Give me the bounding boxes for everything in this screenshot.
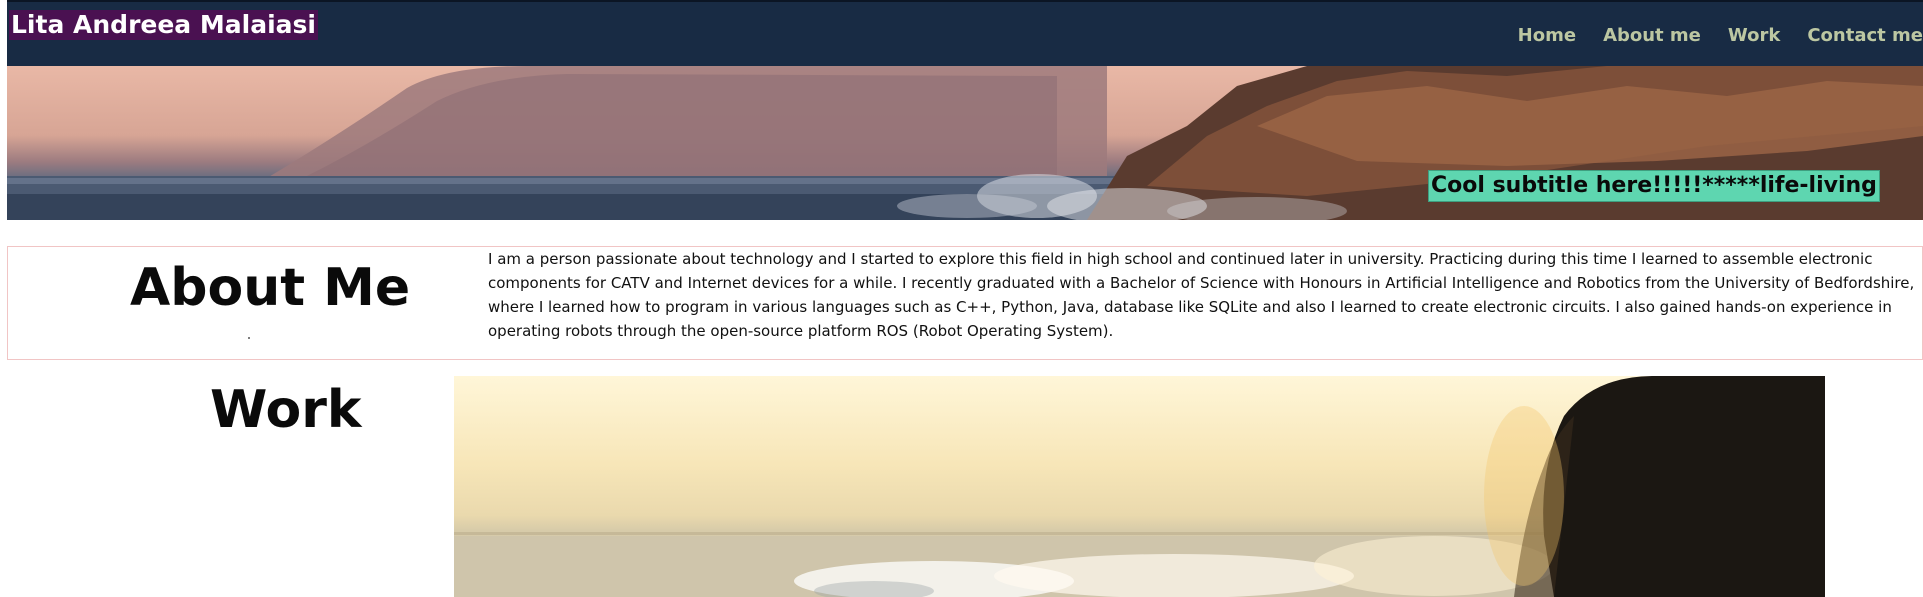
work-image — [454, 376, 1825, 597]
hero-subtitle: Cool subtitle here!!!!!*****life-living — [1428, 170, 1880, 202]
nav-about-me[interactable]: About me — [1603, 25, 1701, 47]
main-nav: Home About me Work Contact me — [1491, 25, 1923, 47]
about-text: I am a person passionate about technolog… — [488, 250, 1915, 340]
about-section: About Me I am a person passionate about … — [7, 246, 1923, 360]
nav-work[interactable]: Work — [1728, 25, 1780, 47]
about-decorative-dot — [248, 337, 250, 339]
work-heading: Work — [210, 380, 362, 440]
hero-banner: Cool subtitle here!!!!!*****life-living — [7, 66, 1923, 220]
about-heading: About Me — [130, 258, 411, 318]
site-header: Lita Andreea Malaiasi Home About me Work… — [7, 0, 1923, 66]
nav-home[interactable]: Home — [1518, 25, 1576, 47]
page: Lita Andreea Malaiasi Home About me Work… — [7, 0, 1923, 597]
site-title[interactable]: Lita Andreea Malaiasi — [9, 10, 318, 40]
work-seascape-image — [454, 376, 1825, 597]
nav-contact-me[interactable]: Contact me — [1807, 25, 1923, 47]
